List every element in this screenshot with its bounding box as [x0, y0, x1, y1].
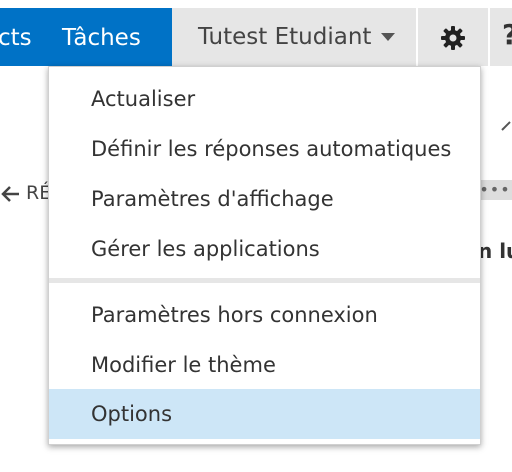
chevron-up-icon[interactable]	[500, 110, 512, 140]
reply-arrow-icon	[1, 185, 19, 202]
message-header-text: n lu	[478, 239, 512, 263]
settings-dropdown-menu: Actualiser Définir les réponses automati…	[48, 66, 481, 445]
divider	[488, 8, 489, 66]
user-menu-button[interactable]: Tutest Etudiant	[172, 8, 416, 66]
menu-item-options[interactable]: Options	[49, 389, 480, 439]
user-name: Tutest Etudiant	[198, 24, 372, 50]
settings-button[interactable]	[418, 8, 488, 66]
menu-separator	[49, 278, 480, 283]
menu-item-manage-apps[interactable]: Gérer les applications	[49, 224, 480, 274]
gear-icon	[441, 26, 465, 50]
menu-item-refresh[interactable]: Actualiser	[49, 74, 480, 124]
top-bar: cts Tâches Tutest Etudiant ?	[0, 0, 512, 66]
menu-item-offline-settings[interactable]: Paramètres hors connexion	[49, 290, 480, 340]
nav-tasks[interactable]: Tâches	[62, 8, 141, 66]
nav-contacts[interactable]: cts	[0, 8, 32, 66]
reply-button[interactable]: RÉ	[0, 178, 51, 208]
menu-item-display-settings[interactable]: Paramètres d'affichage	[49, 174, 480, 224]
menu-item-automatic-replies[interactable]: Définir les réponses automatiques	[49, 124, 480, 174]
help-button[interactable]: ?	[490, 8, 512, 66]
chevron-down-icon	[381, 33, 395, 41]
menu-item-change-theme[interactable]: Modifier le thème	[49, 340, 480, 390]
more-actions-button[interactable]: •••	[478, 180, 512, 200]
help-icon: ?	[502, 18, 512, 51]
divider	[416, 8, 417, 66]
